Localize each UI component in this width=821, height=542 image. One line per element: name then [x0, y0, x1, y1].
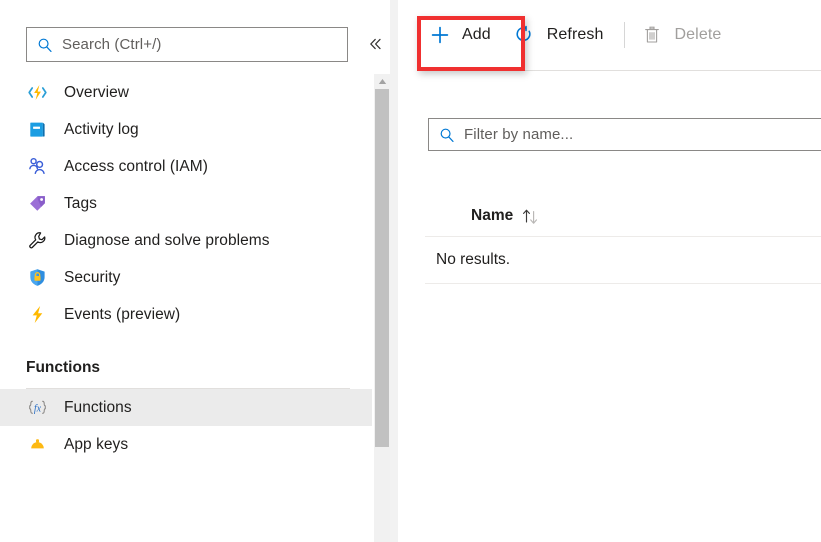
plus-icon — [429, 25, 450, 46]
nav-spacer — [0, 333, 372, 347]
sidebar-item-label: Diagnose and solve problems — [64, 232, 270, 250]
sidebar-item-app-keys[interactable]: App keys — [0, 426, 372, 463]
tag-icon — [26, 193, 48, 215]
refresh-button[interactable]: Refresh — [504, 15, 617, 55]
sort-updown-arrows-icon — [521, 208, 540, 225]
refresh-circular-arrow-icon — [514, 25, 535, 46]
lightning-bolt-icon — [26, 304, 48, 326]
column-header-label: Name — [471, 207, 513, 225]
filter-by-name-input[interactable]: Filter by name... — [428, 118, 821, 151]
sidebar-item-label: Activity log — [64, 121, 139, 139]
sidebar-item-access-control[interactable]: Access control (IAM) — [0, 148, 372, 185]
sidebar-item-diagnose-and-solve-problems[interactable]: Diagnose and solve problems — [0, 222, 372, 259]
scrollbar-thumb[interactable] — [375, 89, 389, 447]
command-bar-divider — [425, 70, 821, 71]
add-button-label: Add — [462, 26, 491, 44]
key-icon — [26, 434, 48, 456]
resource-menu-list: Overview Activity log — [0, 74, 372, 542]
filter-placeholder: Filter by name... — [464, 126, 573, 143]
search-input[interactable]: Search (Ctrl+/) — [26, 27, 348, 62]
azure-portal-screen: Search (Ctrl+/) Overview — [0, 0, 821, 542]
sidebar-scrollbar[interactable] — [374, 74, 390, 542]
command-bar: Add Refresh — [398, 0, 734, 70]
add-button[interactable]: Add — [419, 15, 504, 55]
refresh-button-label: Refresh — [547, 26, 604, 44]
activity-log-book-icon — [26, 119, 48, 141]
sidebar-item-label: Functions — [64, 399, 132, 417]
search-icon — [439, 127, 455, 143]
people-icon — [26, 156, 48, 178]
no-results-message: No results. — [436, 251, 510, 269]
functions-content-panel: Add Refresh — [398, 0, 821, 542]
delete-button[interactable]: Delete — [632, 15, 735, 55]
sidebar-item-label: Security — [64, 269, 120, 287]
search-icon — [37, 37, 53, 53]
wrench-icon — [26, 230, 48, 252]
sidebar-item-activity-log[interactable]: Activity log — [0, 111, 372, 148]
resource-menu-panel: Search (Ctrl+/) Overview — [0, 0, 390, 542]
table-row-divider — [425, 283, 821, 284]
fx-braces-icon: fx — [26, 397, 48, 419]
sidebar-group-title-functions: Functions — [0, 347, 372, 381]
search-placeholder: Search (Ctrl+/) — [62, 36, 161, 53]
functions-table: Name No results. — [398, 196, 821, 284]
sidebar-item-label: Tags — [64, 195, 97, 213]
scroll-up-arrow-icon[interactable] — [374, 74, 390, 89]
shield-lock-icon — [26, 267, 48, 289]
sidebar-item-label: App keys — [64, 436, 128, 454]
table-empty-row: No results. — [398, 237, 821, 283]
delete-button-label: Delete — [675, 26, 722, 44]
sidebar-item-functions[interactable]: fx Functions — [0, 389, 372, 426]
sidebar-item-label: Events (preview) — [64, 306, 180, 324]
collapse-menu-button[interactable] — [364, 33, 386, 55]
sidebar-item-security[interactable]: Security — [0, 259, 372, 296]
column-header-name[interactable]: Name — [471, 207, 540, 225]
sidebar-item-tags[interactable]: Tags — [0, 185, 372, 222]
lightning-bolt-overview-icon — [26, 82, 48, 104]
sidebar-item-label: Overview — [64, 84, 129, 102]
sidebar-item-overview[interactable]: Overview — [0, 74, 372, 111]
sidebar-item-events-preview[interactable]: Events (preview) — [0, 296, 372, 333]
sidebar-item-label: Access control (IAM) — [64, 158, 208, 176]
trash-can-icon — [642, 25, 663, 46]
table-header-row: Name — [398, 196, 821, 236]
svg-text:fx: fx — [33, 403, 41, 414]
toolbar-separator — [624, 22, 625, 48]
